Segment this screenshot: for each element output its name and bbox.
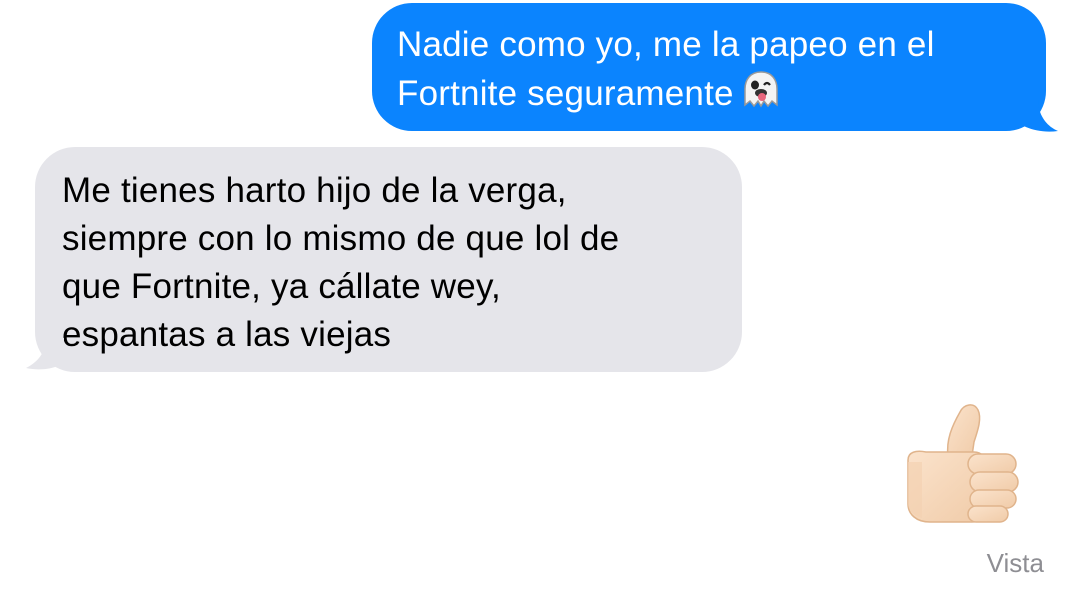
message-thread: Nadie como yo, me la papeo en el Fortnit…	[0, 0, 1080, 601]
message-line: espantas a las viejas	[62, 315, 392, 354]
message-line: que Fortnite, ya cállate wey,	[62, 267, 501, 306]
outgoing-bubble-tail	[1020, 100, 1058, 132]
ghost-emoji-icon	[740, 69, 782, 124]
message-line: Nadie como yo, me la papeo en el	[397, 25, 935, 64]
read-status-label: Vista	[986, 548, 1044, 578]
incoming-bubble-tail	[26, 338, 64, 370]
message-line: Me tienes harto hijo de la verga,	[62, 171, 567, 210]
message-line-text: Fortnite seguramente	[397, 74, 734, 113]
thumbs-up-emoji-icon[interactable]	[902, 400, 1024, 526]
message-line: siempre con lo mismo de que lol de	[62, 219, 620, 258]
message-line: Fortnite seguramente	[397, 69, 1026, 124]
outgoing-message-bubble[interactable]: Nadie como yo, me la papeo en el Fortnit…	[372, 3, 1046, 131]
incoming-message-bubble[interactable]: Me tienes harto hijo de la verga, siempr…	[35, 147, 742, 372]
